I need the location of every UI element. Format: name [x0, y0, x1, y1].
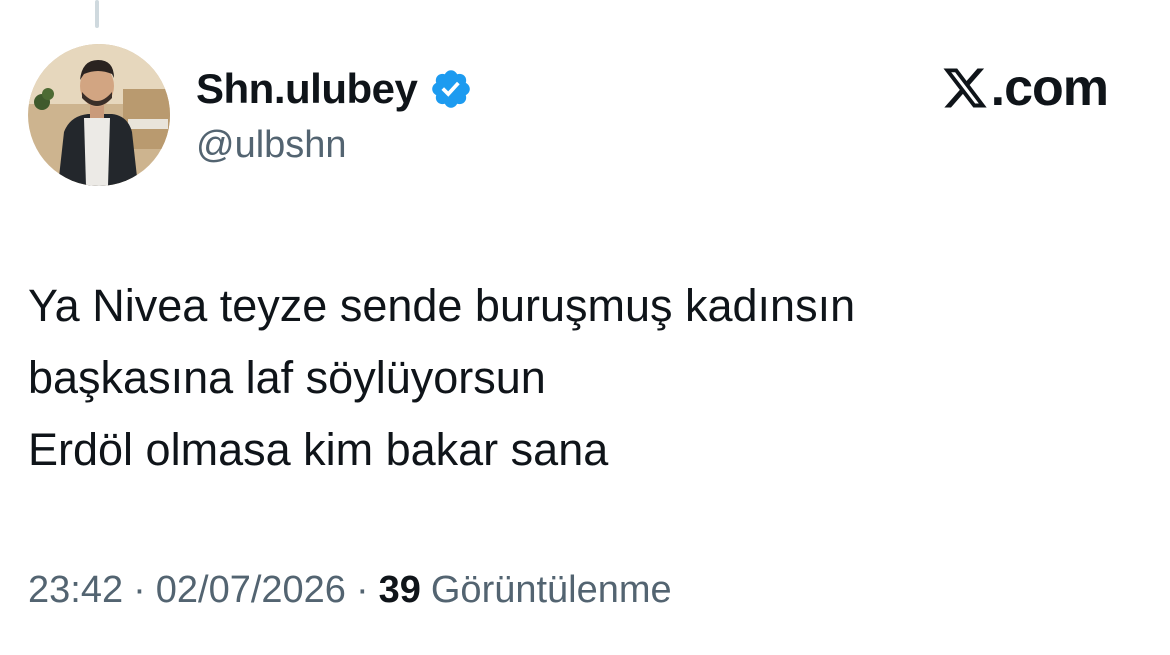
tweet-date[interactable]: 02/07/2026 — [156, 569, 346, 612]
author-display-name[interactable]: Shn.ulubey — [196, 65, 418, 113]
views-label[interactable]: Görüntülenme — [431, 569, 672, 612]
author-handle[interactable]: @ulbshn — [196, 124, 347, 167]
tweet-metadata: 23:42 · 02/07/2026 · 39 Görüntülenme — [28, 562, 672, 618]
tweet-text: Ya Nivea teyze sende buruşmuş kadınsın b… — [28, 270, 1138, 486]
verified-badge-icon — [432, 70, 471, 108]
tweet-text-line: Erdöl olmasa kim bakar sana — [28, 424, 609, 475]
author-name-row[interactable]: Shn.ulubey — [196, 62, 473, 116]
tweet-text-line: başkasına laf söylüyorsun — [28, 352, 546, 403]
brand-watermark: .com — [941, 58, 1109, 118]
brand-domain-text: .com — [990, 59, 1109, 117]
views-count[interactable]: 39 — [379, 569, 421, 612]
avatar[interactable] — [28, 44, 170, 186]
x-logo-icon — [943, 68, 987, 108]
avatar-photo — [28, 44, 170, 186]
meta-separator: · — [133, 568, 146, 611]
tweet-time[interactable]: 23:42 — [28, 569, 123, 612]
tweet-text-line: Ya Nivea teyze sende buruşmuş kadınsın — [28, 280, 856, 331]
meta-separator: · — [355, 568, 369, 611]
thread-connector-line — [95, 0, 99, 28]
